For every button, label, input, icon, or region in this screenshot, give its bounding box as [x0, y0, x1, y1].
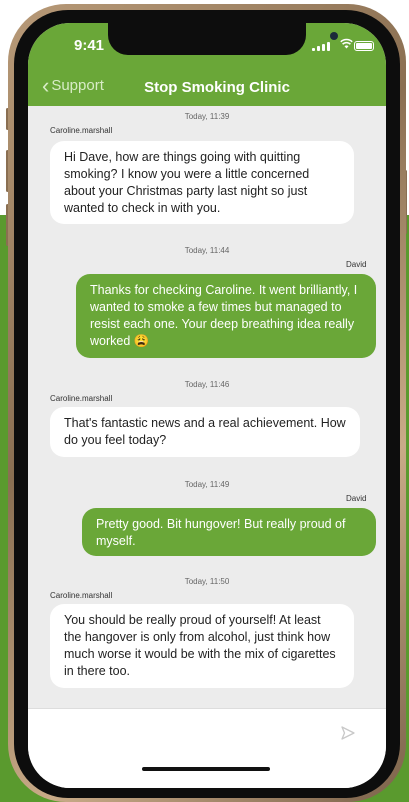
incoming-message-bubble[interactable]: That's fantastic news and a real achieve… — [50, 407, 360, 457]
battery-icon — [354, 41, 374, 51]
message-sender: Caroline.marshall — [50, 591, 113, 600]
send-icon[interactable] — [340, 725, 356, 745]
message-timestamp: Today, 11:49 — [184, 480, 230, 489]
home-indicator — [142, 767, 270, 771]
chat-thread[interactable]: Today, 11:39 Caroline.marshall Hi Dave, … — [28, 106, 386, 708]
message-timestamp: Today, 11:44 — [184, 246, 230, 255]
incoming-message-bubble[interactable]: You should be really proud of yourself! … — [50, 604, 354, 688]
message-sender: David — [346, 494, 367, 503]
message-input-bar — [28, 708, 386, 788]
wifi-icon — [340, 38, 353, 52]
navigation-bar: ‹ Support Stop Smoking Clinic — [28, 68, 386, 106]
status-time: 9:41 — [74, 37, 105, 54]
outgoing-message-bubble[interactable]: Thanks for checking Caroline. It went br… — [76, 274, 376, 358]
status-bar: 9:41 — [28, 23, 386, 68]
message-sender: Caroline.marshall — [50, 394, 113, 403]
message-sender: David — [346, 260, 367, 269]
notch — [108, 23, 338, 55]
message-input[interactable] — [42, 717, 326, 745]
message-sender: Caroline.marshall — [50, 126, 113, 135]
signal-icon — [312, 41, 334, 51]
page-title: Stop Smoking Clinic — [144, 79, 290, 96]
message-timestamp: Today, 11:46 — [184, 380, 230, 389]
message-timestamp: Today, 11:39 — [184, 112, 230, 121]
incoming-message-bubble[interactable]: Hi Dave, how are things going with quitt… — [50, 141, 354, 224]
outgoing-message-bubble[interactable]: Pretty good. Bit hungover! But really pr… — [82, 508, 376, 556]
phone-screen: 9:41 ‹ Support Stop Smoking Clinic Today… — [28, 23, 386, 788]
message-timestamp: Today, 11:50 — [184, 577, 230, 586]
camera-icon — [330, 32, 338, 40]
